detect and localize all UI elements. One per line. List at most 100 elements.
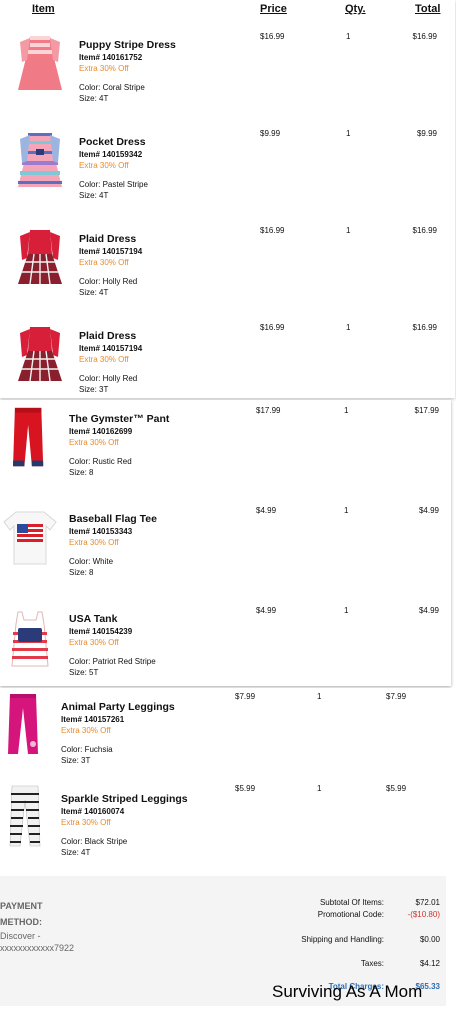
item-size: Size: 4T	[79, 94, 109, 103]
item-qty: 1	[346, 226, 351, 235]
taxes-label: Taxes:	[360, 959, 384, 968]
item-color: Color: White	[69, 557, 114, 566]
item-price: $9.99	[260, 129, 281, 138]
baseball-flag-tee-image[interactable]	[2, 506, 58, 570]
shipping-label: Shipping and Handling:	[301, 935, 384, 944]
promo-text: Extra 30% Off	[79, 161, 129, 170]
item-price: $16.99	[260, 323, 285, 332]
item-color: Color: Pastel Stripe	[79, 180, 148, 189]
item-color: Color: Patriot Red Stripe	[69, 657, 156, 666]
product-name[interactable]: Animal Party Leggings	[61, 700, 175, 714]
promo-text: Extra 30% Off	[79, 64, 129, 73]
item-qty: 1	[317, 692, 322, 701]
order-panel-2: The Gymster™ Pant Item# 140162699 Extra …	[0, 400, 451, 686]
item-number: Item# 140153343	[69, 527, 133, 536]
payment-method-title: PAYMENT METHOD:	[0, 898, 43, 930]
product-name[interactable]: Puppy Stripe Dress	[79, 38, 176, 52]
item-size: Size: 8	[69, 468, 94, 477]
item-number: Item# 140157261	[61, 715, 125, 724]
payment-card-type: Discover -	[0, 931, 41, 941]
shipping-value: $0.00	[419, 935, 440, 944]
item-number: Item# 140160074	[61, 807, 125, 816]
column-header-item: Item	[32, 3, 55, 15]
item-color: Color: Black Stripe	[61, 837, 128, 846]
taxes-value: $4.12	[419, 959, 440, 968]
payment-title-line-2: METHOD:	[0, 917, 42, 927]
item-total: $17.99	[414, 406, 439, 415]
item-price: $16.99	[260, 226, 285, 235]
item-price: $4.99	[256, 606, 277, 615]
product-name[interactable]: Plaid Dress	[79, 232, 142, 246]
puppy-stripe-dress-image[interactable]	[12, 32, 68, 96]
item-number: Item# 140162699	[69, 427, 133, 436]
animal-party-leggings-image[interactable]	[0, 692, 50, 758]
promo-text: Extra 30% Off	[69, 638, 119, 647]
item-qty: 1	[344, 506, 349, 515]
product-name[interactable]: USA Tank	[69, 612, 156, 626]
plaid-dress-image[interactable]	[12, 323, 68, 387]
item-color: Color: Rustic Red	[69, 457, 132, 466]
item-size: Size: 3T	[79, 385, 109, 394]
item-total: $4.99	[418, 506, 439, 515]
promo-text: Extra 30% Off	[79, 355, 129, 364]
promo-code-label: Promotional Code:	[317, 910, 384, 919]
payment-card-number: xxxxxxxxxxxx7922	[0, 943, 75, 953]
item-size: Size: 4T	[61, 848, 91, 857]
promo-text: Extra 30% Off	[61, 726, 111, 735]
item-number: Item# 140159342	[79, 150, 143, 159]
item-size: Size: 4T	[79, 191, 109, 200]
watermark-text: Surviving As A Mom	[272, 982, 423, 1001]
item-number: Item# 140157194	[79, 247, 143, 256]
item-qty: 1	[317, 784, 322, 793]
product-name[interactable]: Pocket Dress	[79, 135, 148, 149]
column-header-price: Price	[260, 3, 287, 15]
item-color: Color: Holly Red	[79, 277, 138, 286]
item-total: $7.99	[386, 692, 407, 701]
column-header-qty: Qty.	[345, 3, 366, 15]
promo-text: Extra 30% Off	[79, 258, 129, 267]
item-color: Color: Fuchsia	[61, 745, 113, 754]
pocket-dress-image[interactable]	[12, 129, 68, 193]
item-qty: 1	[346, 323, 351, 332]
item-total: $4.99	[418, 606, 439, 615]
item-price: $4.99	[256, 506, 277, 515]
sparkle-striped-leggings-image[interactable]	[2, 784, 52, 850]
item-qty: 1	[344, 406, 349, 415]
plaid-dress-image[interactable]	[12, 226, 68, 290]
usa-tank-image[interactable]	[2, 608, 58, 672]
item-qty: 1	[344, 606, 349, 615]
item-size: Size: 4T	[79, 288, 109, 297]
promo-text: Extra 30% Off	[69, 538, 119, 547]
product-name[interactable]: Plaid Dress	[79, 329, 142, 343]
item-color: Color: Holly Red	[79, 374, 138, 383]
order-panel-1: Item Price Qty. Total Puppy Stripe Dress…	[0, 0, 455, 398]
item-price: $5.99	[235, 784, 256, 793]
item-price: $7.99	[235, 692, 256, 701]
promo-code-value: -($10.80)	[407, 910, 440, 919]
item-qty: 1	[346, 129, 351, 138]
payment-title-line-1: PAYMENT	[0, 901, 43, 911]
item-color: Color: Coral Stripe	[79, 83, 145, 92]
item-total: $5.99	[386, 784, 407, 793]
item-total: $16.99	[412, 226, 437, 235]
item-qty: 1	[346, 32, 351, 41]
item-number: Item# 140157194	[79, 344, 143, 353]
item-number: Item# 140154239	[69, 627, 133, 636]
item-size: Size: 3T	[61, 756, 91, 765]
item-price: $16.99	[260, 32, 285, 41]
gymster-pant-image[interactable]	[2, 406, 58, 470]
product-name[interactable]: The Gymster™ Pant	[69, 412, 169, 426]
item-total: $16.99	[412, 323, 437, 332]
subtotal-value: $72.01	[415, 898, 440, 907]
item-total: $16.99	[412, 32, 437, 41]
promo-text: Extra 30% Off	[69, 438, 119, 447]
payment-method-value: Discover - xxxxxxxxxxxx7922	[0, 930, 74, 954]
product-name[interactable]: Baseball Flag Tee	[69, 512, 157, 526]
item-price: $17.99	[256, 406, 281, 415]
product-name[interactable]: Sparkle Striped Leggings	[61, 792, 188, 806]
subtotal-label: Subtotal Of Items:	[319, 898, 384, 907]
item-size: Size: 5T	[69, 668, 99, 677]
promo-text: Extra 30% Off	[61, 818, 111, 827]
item-number: Item# 140161752	[79, 53, 143, 62]
column-header-total: Total	[415, 3, 441, 15]
